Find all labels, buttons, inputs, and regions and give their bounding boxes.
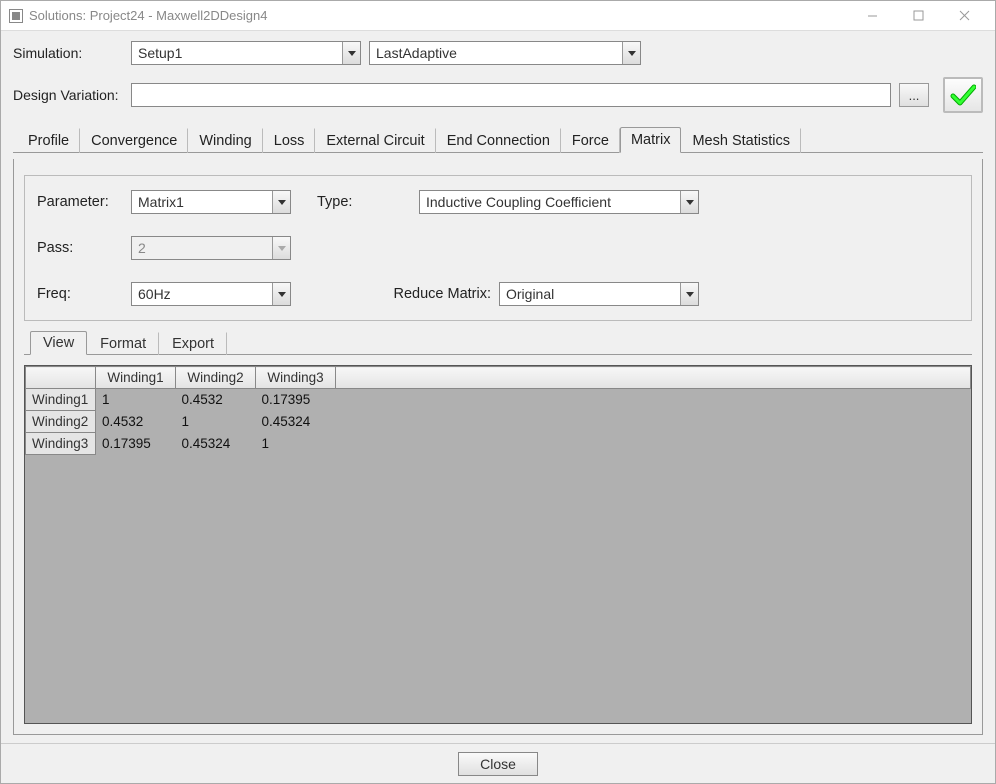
row-header[interactable]: Winding1	[26, 389, 96, 411]
tab-loss[interactable]: Loss	[263, 128, 316, 153]
maximize-button[interactable]	[895, 2, 941, 30]
design-variation-row: Design Variation: ...	[13, 77, 983, 113]
freq-combo[interactable]: 60Hz	[131, 282, 291, 306]
simulation-combo-arrow	[342, 42, 360, 64]
parameter-combo[interactable]: Matrix1	[131, 190, 291, 214]
design-variation-input[interactable]	[131, 83, 891, 107]
minimize-icon	[867, 10, 878, 21]
design-variation-browse-button[interactable]: ...	[899, 83, 929, 107]
freq-combo-arrow	[272, 283, 290, 305]
row-header[interactable]: Winding3	[26, 433, 96, 455]
pass-label: Pass:	[37, 240, 125, 256]
close-window-button[interactable]	[941, 2, 987, 30]
chevron-down-icon	[628, 51, 636, 56]
table-row: Winding110.45320.17395	[26, 389, 971, 411]
matrix-table-wrap: Winding1Winding2Winding3 Winding110.4532…	[24, 365, 972, 724]
matrix-cell[interactable]: 0.45324	[256, 411, 336, 433]
cell-empty	[336, 411, 971, 433]
simulation-row: Simulation: Setup1 LastAdaptive	[13, 41, 983, 65]
freq-label: Freq:	[37, 286, 125, 302]
chevron-down-icon	[278, 200, 286, 205]
tab-convergence[interactable]: Convergence	[80, 128, 188, 153]
row-header[interactable]: Winding2	[26, 411, 96, 433]
maximize-icon	[913, 10, 924, 21]
subtab-export[interactable]: Export	[159, 332, 227, 355]
ellipsis-label: ...	[909, 88, 920, 103]
close-button-label: Close	[480, 756, 516, 772]
footer: Close	[1, 743, 995, 783]
tab-profile[interactable]: Profile	[17, 128, 80, 153]
minimize-button[interactable]	[849, 2, 895, 30]
chevron-down-icon	[686, 200, 694, 205]
table-row: Winding30.173950.453241	[26, 433, 971, 455]
column-header[interactable]: Winding2	[176, 367, 256, 389]
freq-value: 60Hz	[132, 283, 272, 305]
simulation-value: Setup1	[132, 42, 342, 64]
app-icon	[9, 9, 23, 23]
matrix-cell[interactable]: 1	[176, 411, 256, 433]
simulation-label: Simulation:	[13, 45, 123, 61]
matrix-cell[interactable]: 0.4532	[96, 411, 176, 433]
column-header[interactable]: Winding3	[256, 367, 336, 389]
type-combo[interactable]: Inductive Coupling Coefficient	[419, 190, 699, 214]
column-header[interactable]: Winding1	[96, 367, 176, 389]
subtab-format[interactable]: Format	[87, 332, 159, 355]
design-variation-label: Design Variation:	[13, 87, 123, 103]
view-format-export-tabs: ViewFormatExport	[24, 331, 972, 355]
cell-empty	[336, 389, 971, 411]
matrix-cell[interactable]: 0.17395	[256, 389, 336, 411]
reduce-matrix-label: Reduce Matrix:	[393, 286, 491, 302]
type-combo-arrow	[680, 191, 698, 213]
content-area: Simulation: Setup1 LastAdaptive Design V…	[1, 31, 995, 743]
reduce-matrix-combo-arrow	[680, 283, 698, 305]
parameter-combo-arrow	[272, 191, 290, 213]
variation-value: LastAdaptive	[370, 42, 622, 64]
window-buttons	[849, 2, 987, 30]
variation-combo[interactable]: LastAdaptive	[369, 41, 641, 65]
parameter-value: Matrix1	[132, 191, 272, 213]
window-title: Solutions: Project24 - Maxwell2DDesign4	[29, 8, 267, 23]
tab-external-circuit[interactable]: External Circuit	[315, 128, 435, 153]
subtab-view[interactable]: View	[30, 331, 87, 355]
simulation-combo[interactable]: Setup1	[131, 41, 361, 65]
apply-button[interactable]	[943, 77, 983, 113]
table-row: Winding20.453210.45324	[26, 411, 971, 433]
matrix-cell[interactable]: 0.4532	[176, 389, 256, 411]
main-tabbar: ProfileConvergenceWindingLossExternal Ci…	[13, 127, 983, 153]
tab-end-connection[interactable]: End Connection	[436, 128, 561, 153]
pass-value: 2	[132, 237, 272, 259]
chevron-down-icon	[278, 292, 286, 297]
matrix-cell[interactable]: 1	[256, 433, 336, 455]
matrix-options-group: Parameter: Matrix1 Type: Inductive Coupl…	[24, 175, 972, 321]
tab-matrix[interactable]: Matrix	[620, 127, 681, 153]
matrix-cell[interactable]: 0.17395	[96, 433, 176, 455]
matrix-cell[interactable]: 0.45324	[176, 433, 256, 455]
reduce-matrix-combo[interactable]: Original	[499, 282, 699, 306]
tab-winding[interactable]: Winding	[188, 128, 262, 153]
type-value: Inductive Coupling Coefficient	[420, 191, 680, 213]
parameter-label: Parameter:	[37, 194, 125, 210]
variation-combo-arrow	[622, 42, 640, 64]
pass-combo-arrow	[272, 237, 290, 259]
cell-empty	[336, 433, 971, 455]
matrix-tab-page: Parameter: Matrix1 Type: Inductive Coupl…	[13, 159, 983, 735]
table-corner	[26, 367, 96, 389]
chevron-down-icon	[686, 292, 694, 297]
solutions-window: Solutions: Project24 - Maxwell2DDesign4 …	[0, 0, 996, 784]
close-icon	[959, 10, 970, 21]
checkmark-icon	[950, 84, 976, 106]
matrix-cell[interactable]: 1	[96, 389, 176, 411]
tab-force[interactable]: Force	[561, 128, 620, 153]
tab-mesh-statistics[interactable]: Mesh Statistics	[681, 128, 801, 153]
column-header-empty	[336, 367, 971, 389]
type-label: Type:	[317, 194, 377, 210]
close-button[interactable]: Close	[458, 752, 538, 776]
chevron-down-icon	[278, 246, 286, 251]
pass-combo: 2	[131, 236, 291, 260]
reduce-matrix-value: Original	[500, 283, 680, 305]
titlebar: Solutions: Project24 - Maxwell2DDesign4	[1, 1, 995, 31]
matrix-table: Winding1Winding2Winding3 Winding110.4532…	[25, 366, 971, 455]
chevron-down-icon	[348, 51, 356, 56]
